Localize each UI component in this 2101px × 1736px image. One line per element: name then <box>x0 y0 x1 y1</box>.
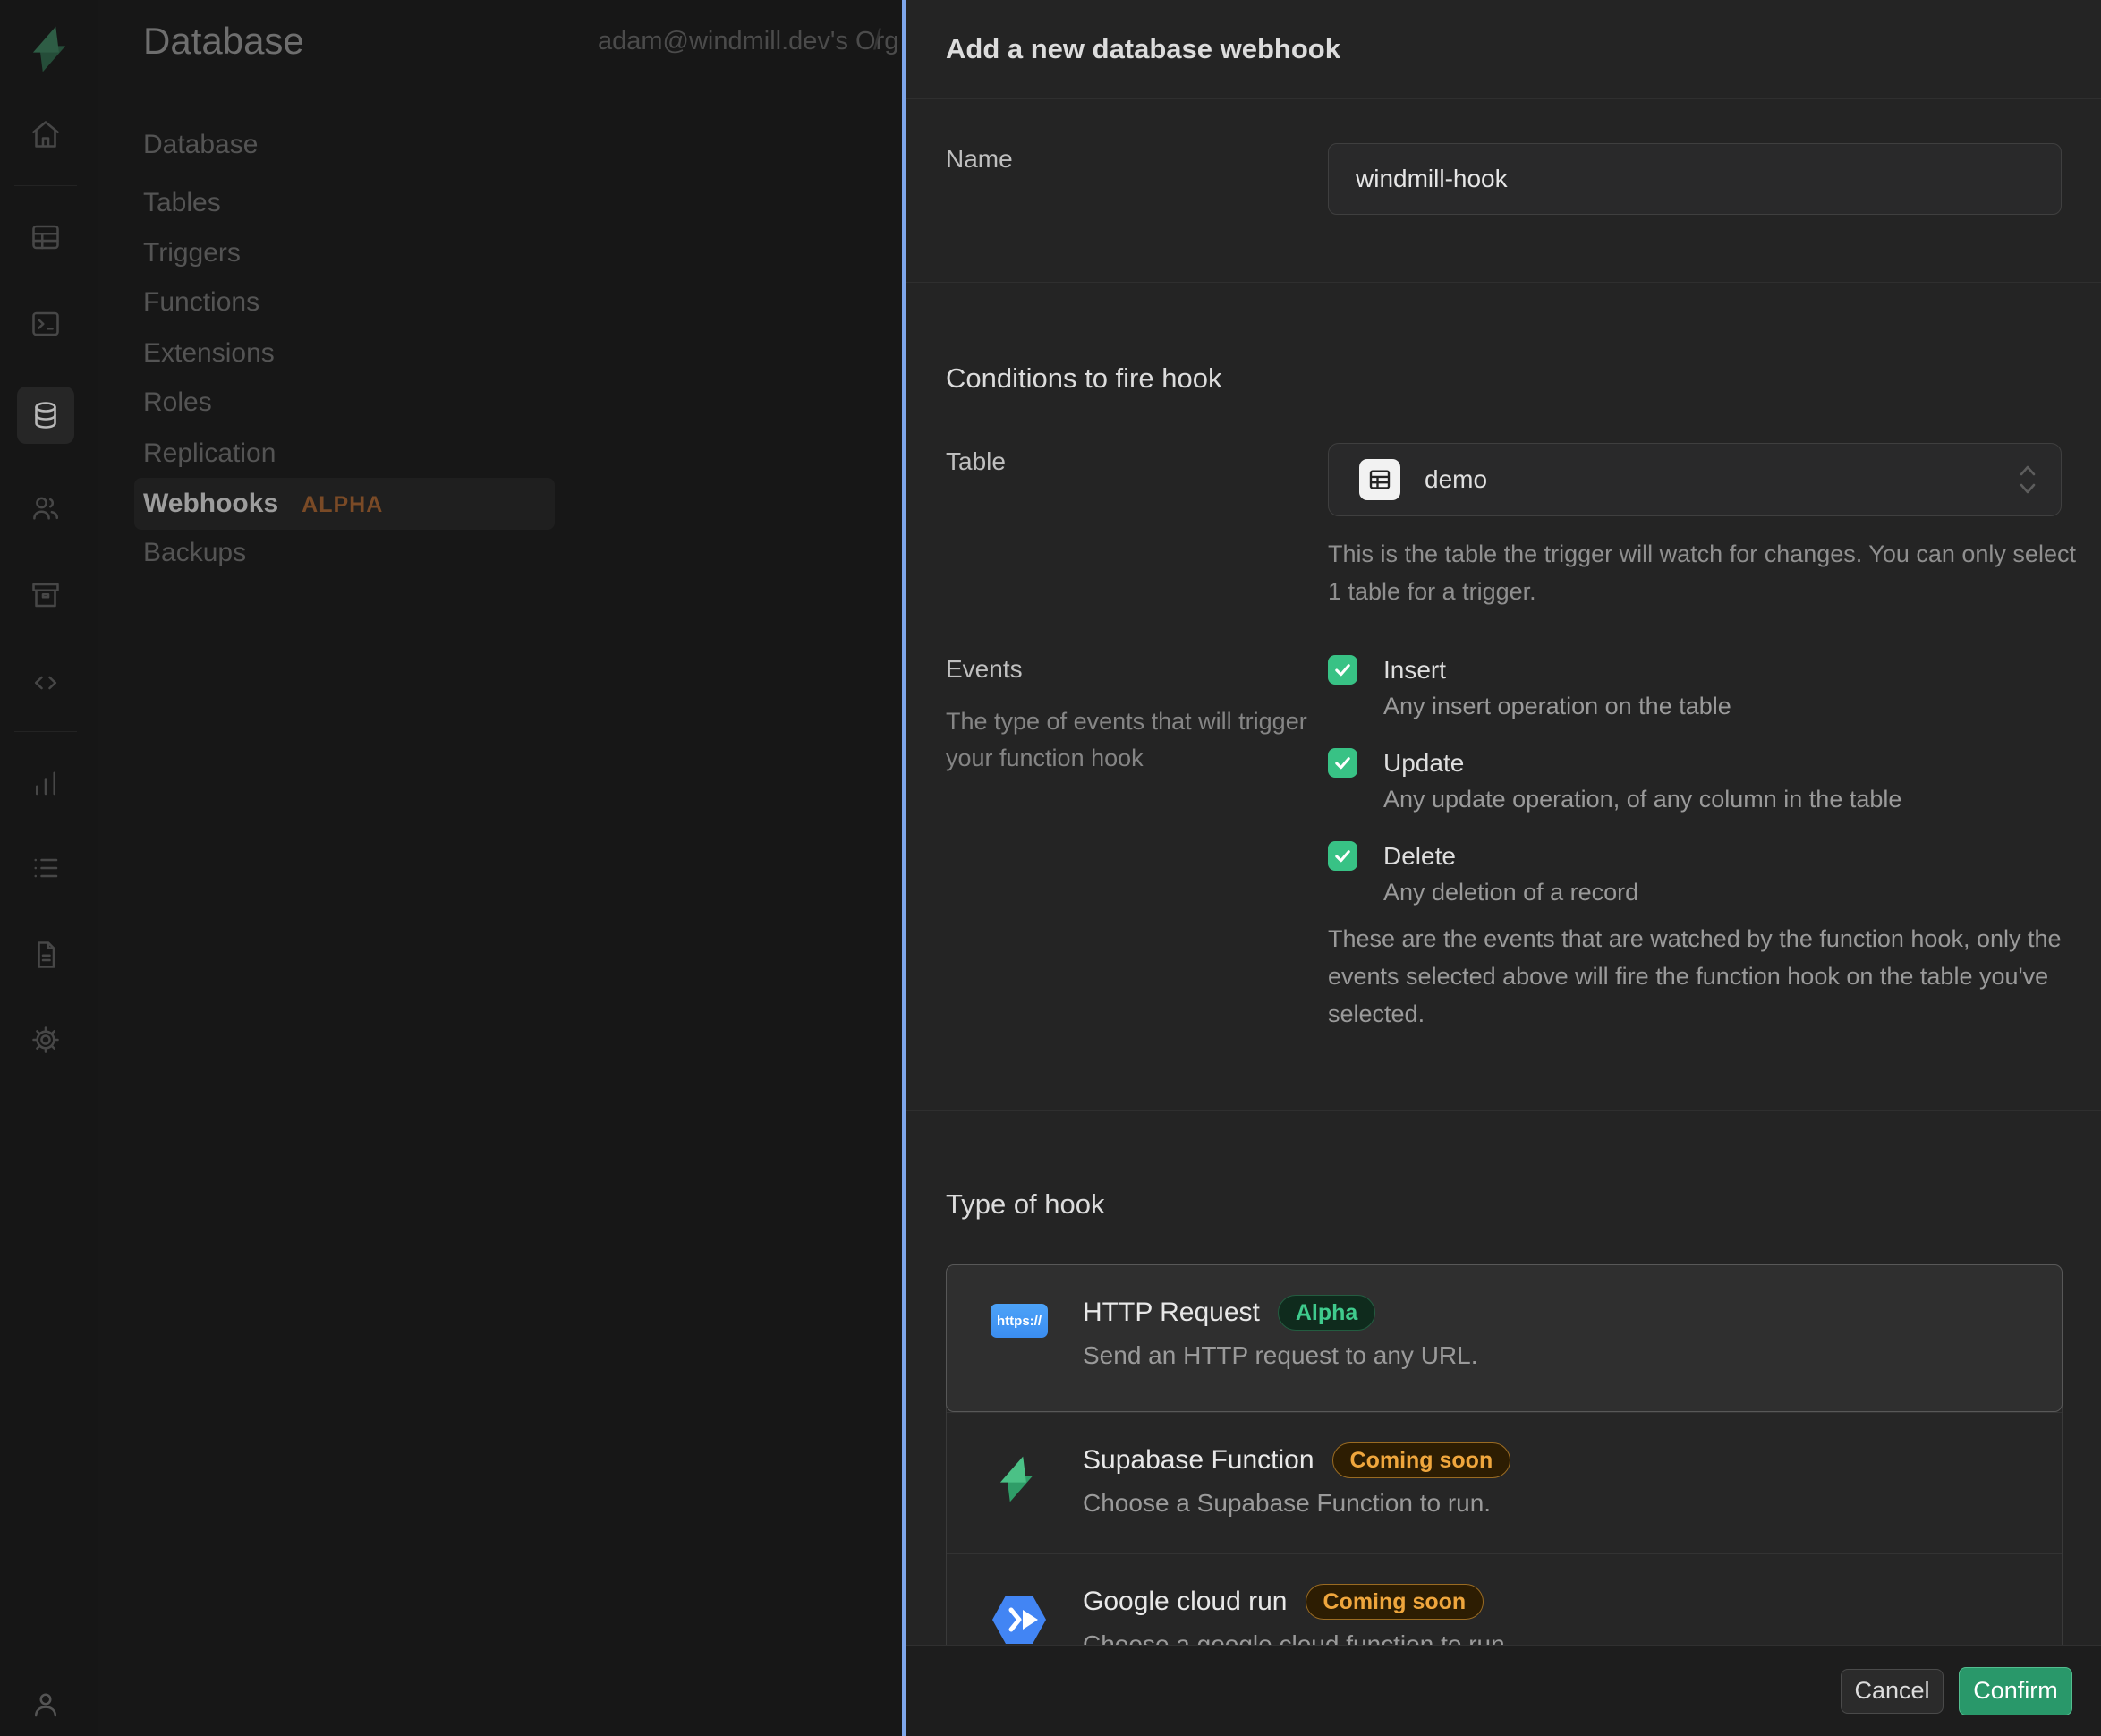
name-input[interactable] <box>1328 143 2062 215</box>
hook-type-options: https:// HTTP Request Alpha Send an HTTP… <box>946 1264 2063 1645</box>
rail-item-database[interactable] <box>17 387 74 444</box>
webhook-panel: Add a new database webhook Name Conditio… <box>902 0 2101 1736</box>
sidebar-item-webhooks[interactable]: Webhooks ALPHA <box>134 478 555 530</box>
table-icon <box>1359 459 1400 500</box>
breadcrumb-separator: / <box>873 23 881 56</box>
code-icon <box>30 667 62 699</box>
table-select[interactable]: demo <box>1328 443 2062 516</box>
hook-type-heading: Type of hook <box>946 1188 1105 1221</box>
rail-item-storage[interactable] <box>17 566 74 624</box>
sidebar-item-backups[interactable]: Backups <box>143 537 246 569</box>
chevron-up-down-icon <box>2014 460 2041 499</box>
hook-option-description: Choose a Supabase Function to run. <box>1083 1489 1510 1518</box>
rail-item-auth[interactable] <box>17 480 74 537</box>
logs-list-icon <box>30 852 62 884</box>
database-icon <box>30 399 62 431</box>
home-icon <box>30 118 62 150</box>
rail-item-reports[interactable] <box>17 754 74 812</box>
settings-gear-icon <box>30 1024 62 1056</box>
hook-option-title: HTTP Request <box>1083 1298 1260 1328</box>
insert-label: Insert <box>1383 655 1446 685</box>
hook-option-title: Supabase Function <box>1083 1445 1314 1476</box>
coming-soon-badge: Coming soon <box>1306 1584 1484 1620</box>
hook-option-description: Send an HTTP request to any URL. <box>1083 1341 1478 1370</box>
sidebar-item-tables[interactable]: Tables <box>143 187 221 219</box>
app-rail <box>0 0 98 1736</box>
update-label: Update <box>1383 748 1464 778</box>
rail-item-table-editor[interactable] <box>17 208 74 266</box>
table-select-value: demo <box>1425 465 1487 494</box>
delete-label: Delete <box>1383 841 1456 871</box>
divider <box>906 282 2101 283</box>
rail-divider <box>14 731 77 732</box>
rail-item-settings[interactable] <box>17 1011 74 1068</box>
alpha-badge: ALPHA <box>302 492 383 517</box>
table-editor-icon <box>30 221 62 253</box>
table-label: Table <box>946 447 1006 476</box>
insert-description: Any insert operation on the table <box>1383 693 1731 720</box>
sidebar-item-triggers[interactable]: Triggers <box>143 237 241 269</box>
coming-soon-badge: Coming soon <box>1332 1442 1511 1478</box>
breadcrumb-org[interactable]: adam@windmill.dev's Org <box>598 27 898 56</box>
name-label: Name <box>946 145 1013 174</box>
events-label: Events <box>946 655 1023 684</box>
update-checkbox[interactable] <box>1328 748 1357 778</box>
rail-item-api[interactable] <box>17 654 74 711</box>
conditions-heading: Conditions to fire hook <box>946 362 1221 395</box>
update-description: Any update operation, of any column in t… <box>1383 786 1901 813</box>
rail-item-docs[interactable] <box>17 926 74 983</box>
rail-item-sql-editor[interactable] <box>17 295 74 353</box>
rail-item-logs[interactable] <box>17 839 74 897</box>
https-icon: https:// <box>991 1304 1048 1338</box>
delete-description: Any deletion of a record <box>1383 879 1638 906</box>
google-cloud-run-icon <box>991 1593 1048 1645</box>
confirm-button[interactable]: Confirm <box>1959 1667 2072 1715</box>
storage-icon <box>30 579 62 611</box>
hook-option-http-request[interactable]: https:// HTTP Request Alpha Send an HTTP… <box>946 1264 2063 1412</box>
sidebar-item-webhooks-label: Webhooks <box>143 489 278 518</box>
table-help-text: This is the table the trigger will watch… <box>1328 535 2084 610</box>
rail-divider <box>14 185 77 186</box>
divider <box>906 98 2101 99</box>
sidebar-item-extensions[interactable]: Extensions <box>143 337 275 370</box>
webhook-panel-body: Add a new database webhook Name Conditio… <box>906 0 2101 1645</box>
rail-item-home[interactable] <box>17 106 74 163</box>
sql-editor-icon <box>30 308 62 340</box>
docs-file-icon <box>30 939 62 971</box>
hook-option-title: Google cloud run <box>1083 1587 1288 1617</box>
sidebar-item-roles[interactable]: Roles <box>143 387 212 419</box>
user-icon <box>30 1689 62 1721</box>
sidebar-item-functions[interactable]: Functions <box>143 286 259 319</box>
reports-chart-icon <box>30 767 62 799</box>
panel-footer: Cancel Confirm <box>906 1645 2101 1736</box>
page-title: Database <box>143 20 304 63</box>
sidebar-item-database[interactable]: Database <box>143 129 258 161</box>
alpha-badge: Alpha <box>1278 1295 1375 1331</box>
events-description: The type of events that will trigger you… <box>946 703 1322 777</box>
hook-option-description: Choose a google cloud function to run <box>1083 1630 1505 1645</box>
insert-checkbox[interactable] <box>1328 655 1357 685</box>
hook-option-supabase-function[interactable]: Supabase Function Coming soon Choose a S… <box>947 1412 2062 1553</box>
sidebar-item-replication[interactable]: Replication <box>143 438 276 470</box>
divider <box>906 1110 2101 1111</box>
hook-option-google-cloud-run[interactable]: Google cloud run Coming soon Choose a go… <box>947 1553 2062 1645</box>
panel-title: Add a new database webhook <box>946 0 1340 98</box>
supabase-function-icon <box>991 1451 1042 1507</box>
events-note: These are the events that are watched by… <box>1328 920 2084 1033</box>
database-sidebar: Database adam@windmill.dev's Org / Datab… <box>98 0 902 1736</box>
auth-users-icon <box>30 492 62 524</box>
delete-checkbox[interactable] <box>1328 841 1357 871</box>
cancel-button[interactable]: Cancel <box>1841 1669 1944 1714</box>
supabase-logo[interactable] <box>23 23 75 75</box>
rail-item-user[interactable] <box>17 1676 74 1733</box>
